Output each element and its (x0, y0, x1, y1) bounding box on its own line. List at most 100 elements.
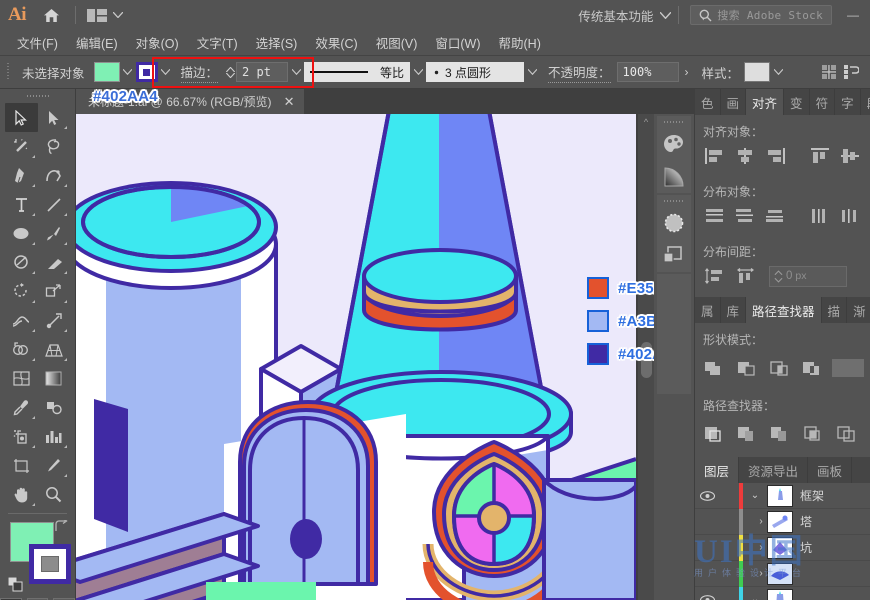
shaper-tool[interactable] (5, 248, 38, 277)
disclosure-icon[interactable]: ⌄ (743, 594, 767, 600)
brushes-panel-icon[interactable] (657, 206, 691, 239)
eye-icon[interactable] (695, 490, 719, 501)
merge-icon[interactable] (765, 421, 796, 447)
dock-grip-2[interactable] (657, 195, 691, 206)
swap-fill-stroke-icon[interactable] (54, 520, 68, 533)
layer-row[interactable]: › 坑 (695, 534, 870, 561)
divide-icon[interactable] (699, 421, 730, 447)
brush-dropdown-icon[interactable] (524, 62, 540, 82)
shape-panel-icon[interactable] (657, 239, 691, 272)
layer-name[interactable]: 框架 (793, 487, 824, 504)
hand-tool[interactable] (5, 480, 38, 509)
tab-symbols[interactable]: 符 (810, 89, 836, 115)
zoom-tool[interactable] (38, 480, 71, 509)
paintbrush-tool[interactable] (38, 219, 71, 248)
expand-button[interactable] (830, 355, 866, 381)
menu-effect[interactable]: 效果(C) (306, 31, 366, 54)
layer-row[interactable]: › 塔 (695, 508, 870, 535)
menu-view[interactable]: 视图(V) (367, 31, 427, 54)
distribute-vertical-center-icon[interactable] (731, 205, 758, 227)
layer-thumbnail[interactable] (767, 588, 793, 600)
scroll-up-icon[interactable]: ^ (638, 114, 654, 130)
canvas-area[interactable]: #E3522D #A3B9F3 #402AA4 ^ (76, 114, 654, 600)
fill-dropdown-icon[interactable] (120, 62, 136, 82)
exclude-icon[interactable] (797, 355, 828, 381)
tab-artboards[interactable]: 画板 (808, 457, 853, 483)
align-vertical-center-icon[interactable] (837, 145, 864, 167)
tab-stroke[interactable]: 描 (822, 297, 848, 323)
line-segment-tool[interactable] (38, 190, 71, 219)
minimize-button[interactable]: — (842, 4, 864, 26)
tab-brushes[interactable]: 画 (721, 89, 747, 115)
eraser-tool[interactable] (38, 248, 71, 277)
distribute-vertical-bottom-icon[interactable] (762, 205, 789, 227)
graphic-style-swatch[interactable] (744, 62, 771, 82)
rotate-tool[interactable] (5, 277, 38, 306)
outline-icon[interactable] (831, 421, 862, 447)
tab-transform[interactable]: 变 (784, 89, 810, 115)
align-panel-icon[interactable] (818, 61, 840, 83)
tab-color[interactable]: 色 (695, 89, 721, 115)
curvature-tool[interactable] (38, 161, 71, 190)
width-tool[interactable] (5, 306, 38, 335)
fill-color-swatch[interactable] (93, 62, 120, 82)
pen-tool[interactable] (5, 161, 38, 190)
lasso-tool[interactable] (38, 132, 71, 161)
stroke-dropdown-icon[interactable] (158, 62, 174, 82)
align-right-icon[interactable] (762, 145, 789, 167)
menu-type[interactable]: 文字(T) (188, 31, 247, 54)
opacity-input[interactable]: 100% (616, 62, 679, 82)
style-dropdown-icon[interactable] (770, 62, 786, 82)
stroke-color-box[interactable] (29, 544, 71, 584)
ellipse-tool[interactable] (5, 219, 38, 248)
magic-wand-tool[interactable] (5, 132, 38, 161)
spacing-stepper-icon[interactable] (774, 269, 783, 283)
tools-panel-grip[interactable] (0, 89, 75, 103)
arrange-documents-icon[interactable] (83, 0, 127, 30)
workspace-switcher-label[interactable]: 传统基本功能 (578, 6, 653, 25)
tab-gradient[interactable]: 渐 (847, 297, 870, 323)
layer-row[interactable]: › (695, 560, 870, 587)
tab-paragraph[interactable]: 段 (861, 89, 870, 115)
brush-definition-select[interactable]: 3 点圆形 (426, 62, 525, 82)
menu-file[interactable]: 文件(F) (8, 31, 67, 54)
unite-icon[interactable] (699, 355, 730, 381)
disclosure-icon[interactable]: ⌄ (743, 490, 767, 501)
layer-thumbnail[interactable] (767, 484, 793, 507)
artboard[interactable]: #E3522D #A3B9F3 #402AA4 (76, 114, 654, 600)
intersect-icon[interactable] (765, 355, 796, 381)
color-panel-icon[interactable] (657, 127, 691, 160)
menu-help[interactable]: 帮助(H) (490, 31, 550, 54)
artboard-tool[interactable] (5, 451, 38, 480)
control-bar-grip[interactable] (3, 61, 13, 83)
tab-align[interactable]: 对齐 (746, 89, 785, 115)
vertical-distribute-space-icon[interactable] (701, 265, 729, 287)
stroke-weight-stepper[interactable] (224, 66, 236, 78)
direct-selection-tool[interactable] (38, 103, 71, 132)
layer-name[interactable]: 坑 (793, 539, 812, 556)
layer-name[interactable]: 塔 (793, 513, 812, 530)
disclosure-icon[interactable]: › (743, 516, 767, 527)
perspective-grid-tool[interactable] (38, 335, 71, 364)
gradient-tool[interactable] (38, 364, 71, 393)
gradient-panel-icon[interactable] (657, 160, 691, 193)
align-horizontal-center-icon[interactable] (731, 145, 758, 167)
tab-pathfinder[interactable]: 路径查找器 (746, 297, 822, 323)
stroke-color-swatch[interactable] (135, 62, 158, 82)
spacing-input[interactable]: 0 px (769, 265, 847, 287)
align-left-icon[interactable] (701, 145, 728, 167)
align-top-icon[interactable] (806, 145, 833, 167)
distribute-horizontal-left-icon[interactable] (806, 205, 833, 227)
shape-builder-tool[interactable] (5, 335, 38, 364)
trim-icon[interactable] (732, 421, 763, 447)
layer-thumbnail[interactable] (767, 562, 793, 585)
layer-thumbnail[interactable] (767, 510, 793, 533)
disclosure-icon[interactable]: › (743, 568, 767, 579)
menu-object[interactable]: 对象(O) (127, 31, 188, 54)
opacity-label[interactable]: 不透明度： (548, 62, 611, 83)
profile-dropdown-icon[interactable] (410, 62, 426, 82)
mesh-tool[interactable] (5, 364, 38, 393)
menu-window[interactable]: 窗口(W) (426, 31, 489, 54)
search-adobe-stock-input[interactable]: 搜索 Adobe Stock (690, 5, 832, 25)
layer-thumbnail[interactable] (767, 536, 793, 559)
